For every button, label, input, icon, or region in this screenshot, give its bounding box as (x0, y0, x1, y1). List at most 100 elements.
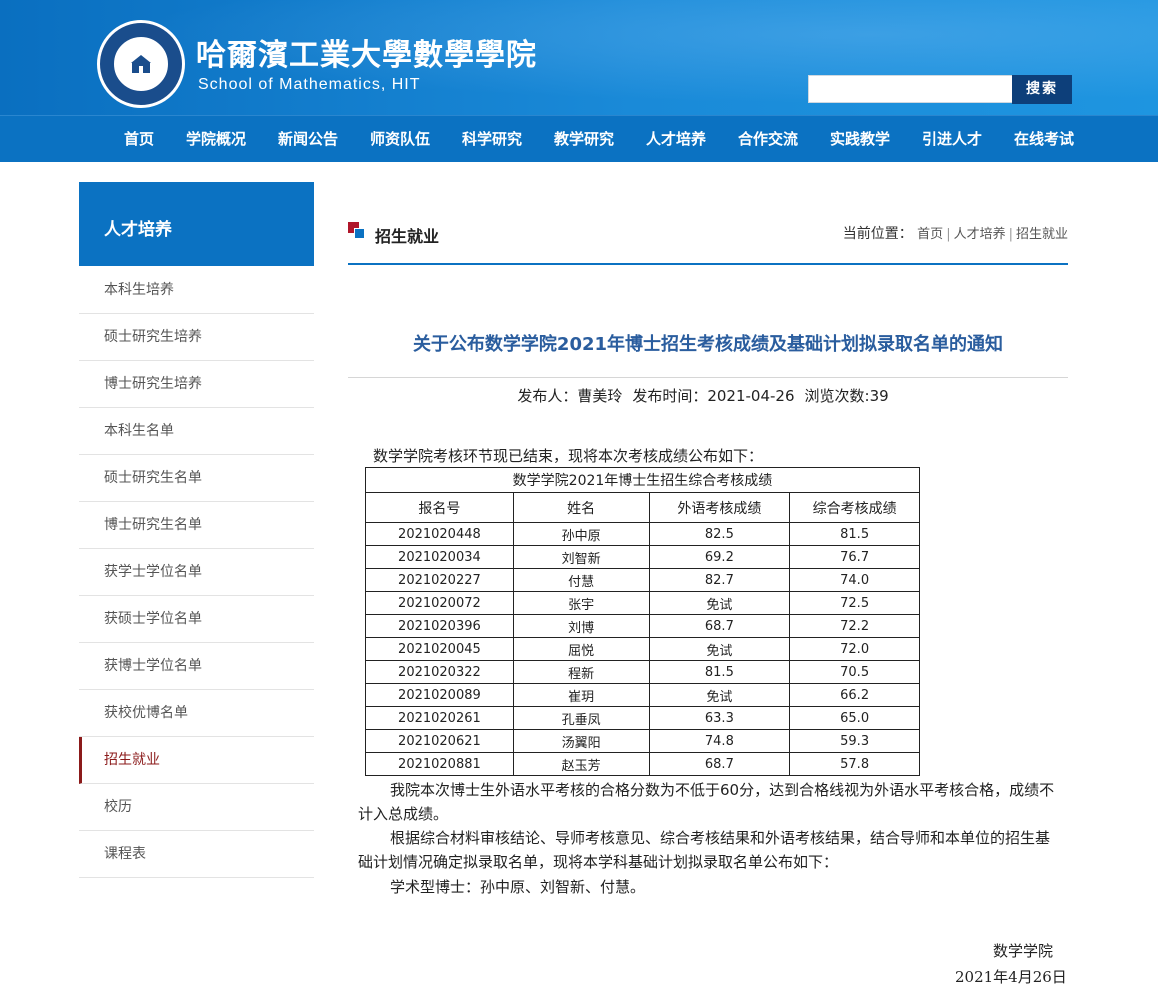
article-intro: 数学学院考核环节现已结束，现将本次考核成绩公布如下： (373, 447, 764, 465)
signature-org: 数学学院 (993, 942, 1054, 960)
article-meta: 发布人：曹美玲 发布时间：2021-04-26 浏览次数:39 (348, 385, 1068, 406)
sidebar-menu: 本科生培养 硕士研究生培养 博士研究生培养 本科生名单 硕士研究生名单 博士研究… (79, 267, 314, 878)
sidebar-item-calendar[interactable]: 校历 (79, 784, 314, 831)
sidebar-item-phd-training[interactable]: 博士研究生培养 (79, 361, 314, 408)
table-cell: 孙中原 (512, 522, 650, 546)
table-row: 2021020881 赵玉芳 68.7 57.8 (365, 752, 920, 776)
table-cell: 免试 (648, 683, 791, 707)
breadcrumb-separator: | (946, 227, 951, 242)
section-title: 招生就业 (375, 227, 440, 246)
table-cell: 72.0 (789, 637, 920, 661)
table-cell: 74.8 (648, 729, 791, 753)
table-cell: 63.3 (648, 706, 791, 730)
nav-item-cooperation[interactable]: 合作交流 (738, 116, 798, 163)
table-caption: 数学学院2021年博士生招生综合考核成绩 (365, 467, 920, 493)
table-cell: 2021020322 (365, 660, 514, 684)
building-icon (131, 55, 151, 73)
sidebar-item-admissions[interactable]: 招生就业 (79, 737, 314, 784)
sidebar-item-undergrad-training[interactable]: 本科生培养 (79, 267, 314, 314)
university-logo[interactable] (97, 20, 185, 108)
sidebar-item-excellent-phd[interactable]: 获校优博名单 (79, 690, 314, 737)
table-header: 综合考核成绩 (789, 492, 920, 523)
article-divider (348, 377, 1068, 378)
table-row: 2021020261 孔垂凤 63.3 65.0 (365, 706, 920, 730)
table-row: 2021020227 付慧 82.7 74.0 (365, 568, 920, 592)
sidebar-item-undergrad-list[interactable]: 本科生名单 (79, 408, 314, 455)
breadcrumb-home-link[interactable]: 首页 (917, 227, 943, 242)
sidebar-item-timetable[interactable]: 课程表 (79, 831, 314, 878)
sidebar-item-master-degree[interactable]: 获硕士学位名单 (79, 596, 314, 643)
table-cell: 82.7 (648, 568, 791, 592)
table-cell: 70.5 (789, 660, 920, 684)
table-cell: 2021020261 (365, 706, 514, 730)
table-cell: 2021020448 (365, 522, 514, 546)
article-date: 发布时间：2021-04-26 (632, 387, 795, 405)
search-input[interactable] (808, 75, 1013, 103)
nav-item-research[interactable]: 科学研究 (462, 116, 522, 163)
table-cell: 张宇 (512, 591, 650, 615)
table-cell: 2021020072 (365, 591, 514, 615)
article-title: 关于公布数学学院2021年博士招生考核成绩及基础计划拟录取名单的通知 (412, 334, 1004, 355)
breadcrumb-label: 当前位置： (842, 226, 913, 242)
table-header: 姓名 (512, 492, 650, 523)
breadcrumb-admissions-link[interactable]: 招生就业 (1016, 227, 1068, 242)
admitted-list: 学术型博士：孙中原、刘智新、付慧。 (390, 878, 646, 896)
table-cell: 程新 (512, 660, 650, 684)
table-cell: 2021020396 (365, 614, 514, 638)
table-cell: 孔垂凤 (512, 706, 650, 730)
sidebar-item-master-training[interactable]: 硕士研究生培养 (79, 314, 314, 361)
table-header: 报名号 (365, 492, 514, 523)
table-cell: 68.7 (648, 752, 791, 776)
table-row: 2021020072 张宇 免试 72.5 (365, 591, 920, 615)
table-cell: 崔玥 (512, 683, 650, 707)
sidebar-title: 人才培养 (79, 182, 314, 266)
nav-item-recruitment[interactable]: 引进人才 (922, 116, 982, 163)
section-square-icon (348, 222, 366, 240)
sidebar-item-master-list[interactable]: 硕士研究生名单 (79, 455, 314, 502)
score-table: 数学学院2021年博士生招生综合考核成绩 报名号 姓名 外语考核成绩 综合考核成… (365, 467, 920, 776)
article-author: 发布人：曹美玲 (517, 387, 623, 405)
table-cell: 68.7 (648, 614, 791, 638)
table-cell: 82.5 (648, 522, 791, 546)
table-cell: 2021020621 (365, 729, 514, 753)
table-cell: 72.5 (789, 591, 920, 615)
nav-item-faculty[interactable]: 师资队伍 (370, 116, 430, 163)
table-row: 2021020034 刘智新 69.2 76.7 (365, 545, 920, 569)
sidebar-item-bachelor-degree[interactable]: 获学士学位名单 (79, 549, 314, 596)
table-cell: 免试 (648, 591, 791, 615)
brand-title-cn[interactable]: 哈爾濱工業大學數學學院 (196, 30, 537, 74)
nav-item-online-exam[interactable]: 在线考试 (1014, 116, 1074, 163)
table-cell: 66.2 (789, 683, 920, 707)
nav-item-practice[interactable]: 实践教学 (830, 116, 890, 163)
nav-item-news[interactable]: 新闻公告 (278, 116, 338, 163)
signature-date: 2021年4月26日 (955, 968, 1067, 986)
table-cell: 2021020881 (365, 752, 514, 776)
search-button[interactable]: 搜索 (1012, 75, 1072, 104)
nav-item-about[interactable]: 学院概况 (186, 116, 246, 163)
logo-emblem-icon (112, 35, 170, 93)
sidebar-item-phd-list[interactable]: 博士研究生名单 (79, 502, 314, 549)
table-cell: 汤翼阳 (512, 729, 650, 753)
table-cell: 付慧 (512, 568, 650, 592)
sidebar-item-doctor-degree[interactable]: 获博士学位名单 (79, 643, 314, 690)
breadcrumb-separator: | (1008, 227, 1013, 242)
table-cell: 76.7 (789, 545, 920, 569)
table-row: 2021020322 程新 81.5 70.5 (365, 660, 920, 684)
breadcrumb: 当前位置： 首页 | 人才培养 | 招生就业 (843, 223, 1068, 243)
table-row: 2021020448 孙中原 82.5 81.5 (365, 522, 920, 546)
table-row: 2021020621 汤翼阳 74.8 59.3 (365, 729, 920, 753)
table-row: 2021020396 刘博 68.7 72.2 (365, 614, 920, 638)
table-cell: 57.8 (789, 752, 920, 776)
table-cell: 刘智新 (512, 545, 650, 569)
table-row: 2021020045 屈悦 免试 72.0 (365, 637, 920, 661)
table-cell: 59.3 (789, 729, 920, 753)
article-note-language: 我院本次博士生外语水平考核的合格分数为不低于60分，达到合格线视为外语水平考核合… (358, 781, 1055, 823)
breadcrumb-talent-link[interactable]: 人才培养 (954, 227, 1006, 242)
brand-title-en[interactable]: School of Mathematics, HIT (198, 76, 421, 94)
nav-item-teaching-research[interactable]: 教学研究 (554, 116, 614, 163)
nav-item-talent[interactable]: 人才培养 (646, 116, 706, 163)
nav-item-home[interactable]: 首页 (124, 116, 154, 163)
main-nav: 首页 学院概况 新闻公告 师资队伍 科学研究 教学研究 人才培养 合作交流 实践… (0, 115, 1158, 162)
table-cell: 2021020045 (365, 637, 514, 661)
table-cell: 65.0 (789, 706, 920, 730)
